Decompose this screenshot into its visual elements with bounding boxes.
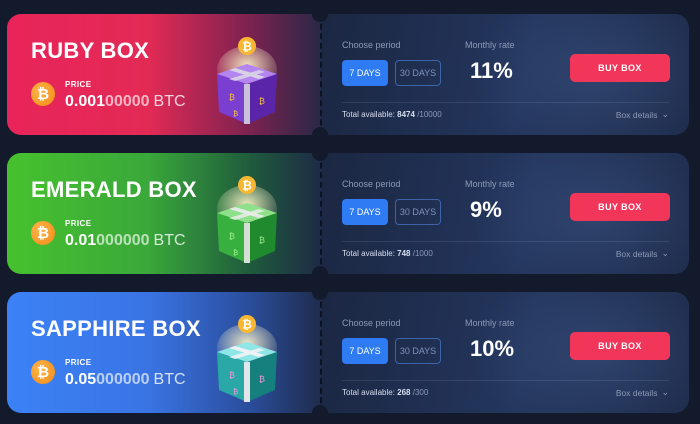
total-available: Total available: 268 /300 xyxy=(342,388,428,397)
box-card-emerald: EMERALD BOX ₿ PRICE 0.01000000 BTC ₿ ₿ ₿ … xyxy=(7,153,689,274)
chevron-down-icon: ⌄ xyxy=(661,109,669,119)
price-label: PRICE xyxy=(65,358,92,367)
period-30-days-button[interactable]: 30 DAYS xyxy=(395,338,441,364)
monthly-rate-value: 9% xyxy=(470,197,502,222)
available-count: 8474 xyxy=(397,110,415,119)
svg-text:₿: ₿ xyxy=(229,232,235,241)
box-title: EMERALD BOX xyxy=(31,177,197,202)
buy-box-button[interactable]: BUY BOX xyxy=(570,332,670,360)
gift-box-icon: ₿ ₿ ₿ ₿ xyxy=(217,176,277,263)
svg-text:₿: ₿ xyxy=(259,375,265,384)
box-details-label: Box details xyxy=(615,109,658,120)
price-main: 0.01 xyxy=(65,232,97,249)
available-total: /1000 xyxy=(412,249,433,258)
available-total: /300 xyxy=(412,388,429,397)
monthly-rate-label: Monthly rate xyxy=(465,318,515,328)
choose-period-label: Choose period xyxy=(342,318,401,328)
box-card-body: Choose period 7 DAYS 30 DAYS Monthly rat… xyxy=(320,153,689,274)
price-tail: 000000 xyxy=(96,371,150,388)
gift-box-icon: ₿ ₿ ₿ ₿ xyxy=(217,315,277,402)
price-main: 0.05 xyxy=(65,371,97,388)
divider xyxy=(342,102,669,103)
svg-text:₿: ₿ xyxy=(229,93,235,102)
price-value: 0.01000000 BTC xyxy=(65,232,186,250)
price-value: 0.05000000 BTC xyxy=(65,371,186,389)
bitcoin-icon: ₿ xyxy=(31,82,55,106)
buy-box-button[interactable]: BUY BOX xyxy=(570,193,670,221)
box-card-body: Choose period 7 DAYS 30 DAYS Monthly rat… xyxy=(320,292,689,413)
choose-period-label: Choose period xyxy=(342,40,401,50)
price-currency: BTC xyxy=(153,371,186,388)
price-tail: 000000 xyxy=(96,232,150,249)
box-details-label: Box details xyxy=(615,387,658,398)
total-available: Total available: 8474 /10000 xyxy=(342,110,442,119)
period-7-days-button[interactable]: 7 DAYS xyxy=(342,60,388,86)
price-currency: BTC xyxy=(153,93,186,110)
box-card-sapphire: SAPPHIRE BOX ₿ PRICE 0.05000000 BTC ₿ ₿ ₿… xyxy=(7,292,689,413)
svg-text:₿: ₿ xyxy=(242,179,252,193)
svg-text:₿: ₿ xyxy=(259,97,265,106)
gift-box-icon: ₿ ₿ ₿ ₿ xyxy=(217,37,277,124)
box-details-link[interactable]: Box details ⌄ xyxy=(616,248,669,259)
box-title: SAPPHIRE BOX xyxy=(31,316,201,341)
box-card-header: EMERALD BOX ₿ PRICE 0.01000000 BTC ₿ ₿ ₿ … xyxy=(7,153,320,274)
period-7-days-button[interactable]: 7 DAYS xyxy=(342,338,388,364)
box-card-header: RUBY BOX ₿ PRICE 0.00100000 BTC ₿ ₿ ₿ ₿ xyxy=(7,14,320,135)
available-count: 748 xyxy=(397,249,411,258)
box-details-link[interactable]: Box details ⌄ xyxy=(616,387,669,398)
svg-text:₿: ₿ xyxy=(229,371,235,380)
monthly-rate-label: Monthly rate xyxy=(465,179,515,189)
svg-text:₿: ₿ xyxy=(242,40,252,54)
price-tail: 00000 xyxy=(105,93,150,110)
monthly-rate-value: 11% xyxy=(470,58,513,83)
price-main: 0.001 xyxy=(65,93,106,110)
price-value: 0.00100000 BTC xyxy=(65,93,186,111)
total-available-label: Total available: xyxy=(342,249,395,258)
available-total: /10000 xyxy=(417,110,442,119)
choose-period-label: Choose period xyxy=(342,179,401,189)
monthly-rate-label: Monthly rate xyxy=(465,40,515,50)
price-currency: BTC xyxy=(153,232,186,249)
box-card-ruby: RUBY BOX ₿ PRICE 0.00100000 BTC ₿ ₿ ₿ ₿ C… xyxy=(7,14,689,135)
box-card-body: Choose period 7 DAYS 30 DAYS Monthly rat… xyxy=(320,14,689,135)
svg-text:₿: ₿ xyxy=(233,110,238,118)
price-label: PRICE xyxy=(65,80,92,89)
box-details-link[interactable]: Box details ⌄ xyxy=(616,109,669,120)
bitcoin-icon: ₿ xyxy=(31,360,55,384)
monthly-rate-value: 10% xyxy=(470,336,515,361)
box-card-header: SAPPHIRE BOX ₿ PRICE 0.05000000 BTC ₿ ₿ ₿… xyxy=(7,292,320,413)
buy-box-button[interactable]: BUY BOX xyxy=(570,54,670,82)
total-available-label: Total available: xyxy=(342,110,395,119)
box-title: RUBY BOX xyxy=(31,38,150,63)
period-7-days-button[interactable]: 7 DAYS xyxy=(342,199,388,225)
divider xyxy=(342,380,669,381)
svg-text:₿: ₿ xyxy=(233,388,238,396)
svg-text:₿: ₿ xyxy=(242,318,252,332)
price-label: PRICE xyxy=(65,219,92,228)
total-available: Total available: 748 /1000 xyxy=(342,249,433,258)
svg-text:₿: ₿ xyxy=(233,249,238,257)
svg-text:₿: ₿ xyxy=(259,236,265,245)
bitcoin-icon: ₿ xyxy=(31,221,55,245)
period-30-days-button[interactable]: 30 DAYS xyxy=(395,60,441,86)
total-available-label: Total available: xyxy=(342,388,395,397)
chevron-down-icon: ⌄ xyxy=(661,248,669,258)
box-details-label: Box details xyxy=(615,248,658,259)
period-30-days-button[interactable]: 30 DAYS xyxy=(395,199,441,225)
chevron-down-icon: ⌄ xyxy=(661,387,669,397)
available-count: 268 xyxy=(397,388,411,397)
divider xyxy=(342,241,669,242)
